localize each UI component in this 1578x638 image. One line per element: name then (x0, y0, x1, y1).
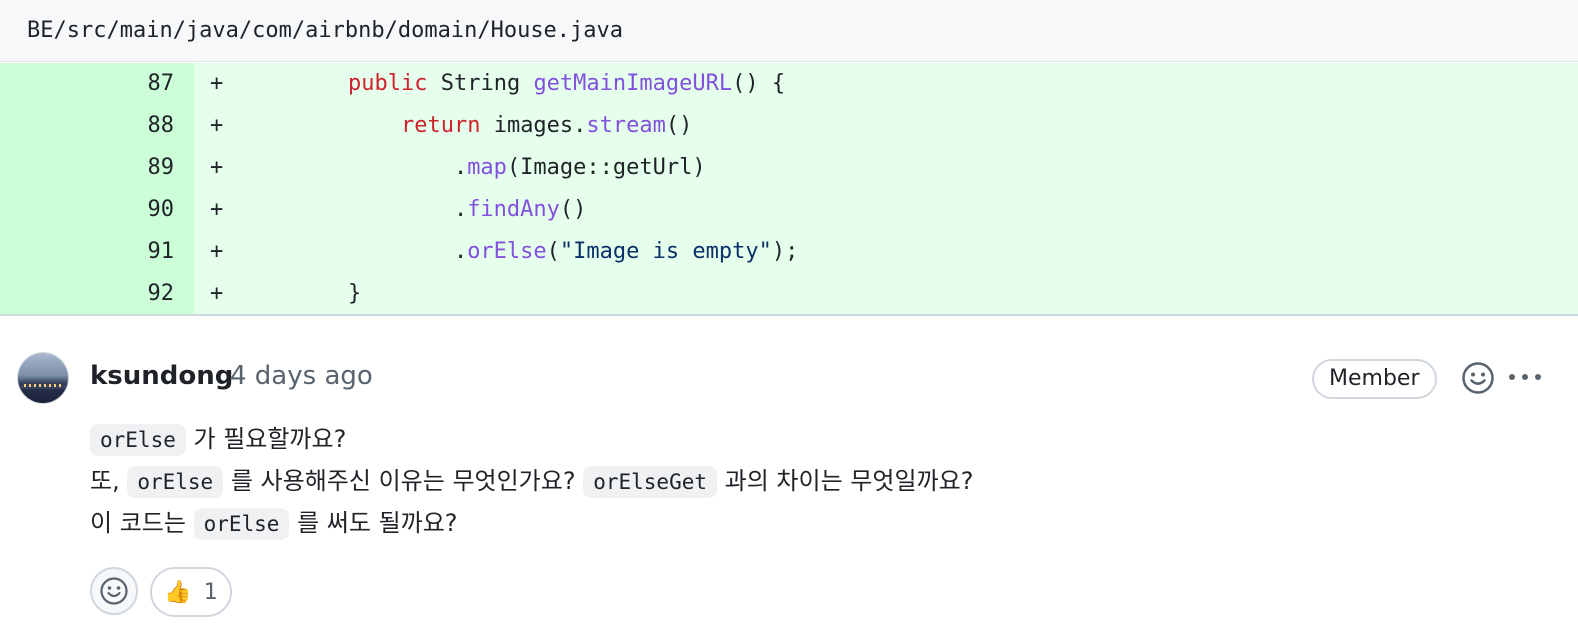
code-token: return (400, 113, 481, 138)
code-token: "Image is empty" (559, 239, 772, 264)
comment-text: 를 사용해주신 이유는 무엇인가요? (223, 467, 584, 495)
diff-divider (0, 314, 1578, 316)
diff-line: 87 + public String getMainImageURL() { (0, 63, 1578, 105)
comment-text: 를 써도 될까요? (289, 509, 458, 537)
comment-text: 이 코드는 (90, 509, 194, 537)
code-token: findAny (467, 197, 560, 222)
code-token: ( (546, 239, 560, 264)
diff-line: 92 + } (0, 273, 1578, 315)
added-marker: + (210, 239, 224, 264)
line-number[interactable]: 90 (0, 189, 194, 231)
diff-line: 90 + .findAny() (0, 189, 1578, 231)
code-token: map (467, 155, 507, 180)
comment-text: 또, (90, 467, 128, 495)
member-badge: Member (1312, 359, 1437, 399)
code-token: stream (586, 113, 666, 138)
code-line: + .map(Image::getUrl) (194, 147, 1578, 189)
code-token: (Image::getUrl) (506, 155, 706, 180)
code-line: + .orElse("Image is empty"); (194, 231, 1578, 273)
added-marker: + (210, 113, 224, 138)
code-token: () (559, 197, 587, 222)
thumbs-up-icon: 👍 (164, 579, 192, 605)
added-marker: + (210, 155, 224, 180)
comment-timestamp[interactable]: 4 days ago (230, 358, 373, 394)
code-token: . (295, 155, 468, 180)
add-reaction-icon (100, 577, 128, 605)
comment-line: 또, orElse 를 사용해주신 이유는 무엇인가요? orElseGet 과… (90, 460, 973, 502)
inline-code: orElse (90, 424, 186, 456)
comment-line: 이 코드는 orElse 를 써도 될까요? (90, 502, 973, 544)
line-number[interactable]: 91 (0, 231, 194, 273)
added-marker: + (210, 197, 224, 222)
code-token: ); (771, 239, 799, 264)
code-token: . (295, 197, 468, 222)
diff-hunk: 87 + public String getMainImageURL() {88 +… (0, 63, 1578, 315)
file-path-header[interactable]: BE/src/main/java/com/airbnb/domain/House… (0, 0, 1578, 62)
comment-body: orElse 가 필요할까요? 또, orElse 를 사용해주신 이유는 무엇인… (90, 418, 973, 544)
code-token: images. (480, 113, 587, 138)
code-line: + return images.stream() (194, 105, 1578, 147)
code-token: getMainImageURL (533, 71, 733, 96)
line-number[interactable]: 89 (0, 147, 194, 189)
code-token: () { (732, 71, 786, 96)
code-token: } (295, 281, 362, 306)
kebab-icon[interactable] (1506, 362, 1544, 392)
smiley-icon[interactable] (1461, 361, 1495, 395)
code-token: orElse (467, 239, 547, 264)
comment-line: orElse 가 필요할까요? (90, 418, 973, 460)
inline-code: orElse (193, 508, 290, 540)
thumbs-up-count: 1 (203, 579, 218, 605)
line-number[interactable]: 92 (0, 273, 194, 315)
line-number[interactable]: 87 (0, 63, 194, 105)
avatar[interactable] (18, 353, 68, 403)
diff-line: 89 + .map(Image::getUrl) (0, 147, 1578, 189)
diff-line: 88 + return images.stream() (0, 105, 1578, 147)
added-marker: + (210, 281, 224, 306)
code-token: String (427, 71, 534, 96)
code-line: + public String getMainImageURL() { (194, 63, 1578, 105)
code-token: () (665, 113, 693, 138)
diff-line: 91 + .orElse("Image is empty"); (0, 231, 1578, 273)
added-marker: + (210, 71, 224, 96)
comment-author[interactable]: ksundong (90, 358, 233, 394)
line-number[interactable]: 88 (0, 105, 194, 147)
comment-text: 과의 차이는 무엇일까요? (717, 467, 974, 495)
inline-code: orElse (127, 466, 224, 498)
code-line: + } (194, 273, 1578, 315)
thumbs-up-reaction-button[interactable]: 👍 1 (150, 567, 232, 617)
code-token: . (295, 239, 468, 264)
inline-code: orElseGet (583, 466, 718, 498)
add-reaction-button[interactable] (90, 567, 138, 615)
code-token: public (347, 71, 428, 96)
comment-text: 가 필요할까요? (185, 425, 347, 453)
code-line: + .findAny() (194, 189, 1578, 231)
